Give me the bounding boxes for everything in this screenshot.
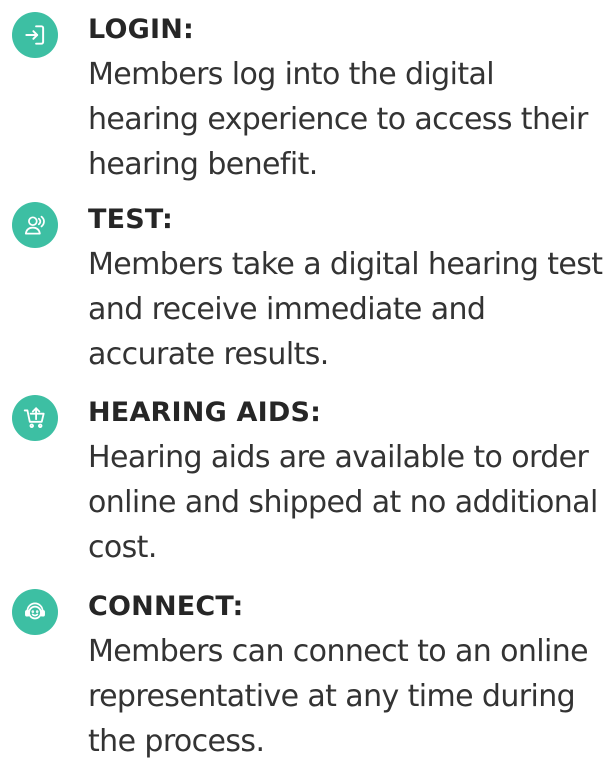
step-title: TEST: (88, 204, 174, 235)
step-description: Members take a digital hearing test and … (88, 247, 603, 372)
step-title: CONNECT: (88, 591, 244, 622)
step-title: HEARING AIDS: (88, 397, 322, 428)
support-agent-icon (12, 589, 58, 635)
step-description: Hearing aids are available to order onli… (88, 440, 598, 565)
step-description: Members log into the digital hearing exp… (88, 57, 588, 182)
step-title: LOGIN: (88, 14, 194, 45)
shopping-cart-icon (12, 395, 58, 441)
hearing-test-icon (12, 202, 58, 248)
step-description: Members can connect to an online represe… (88, 634, 589, 759)
steps-list: LOGIN: Members log into the digital hear… (0, 0, 616, 759)
login-icon (12, 12, 58, 58)
